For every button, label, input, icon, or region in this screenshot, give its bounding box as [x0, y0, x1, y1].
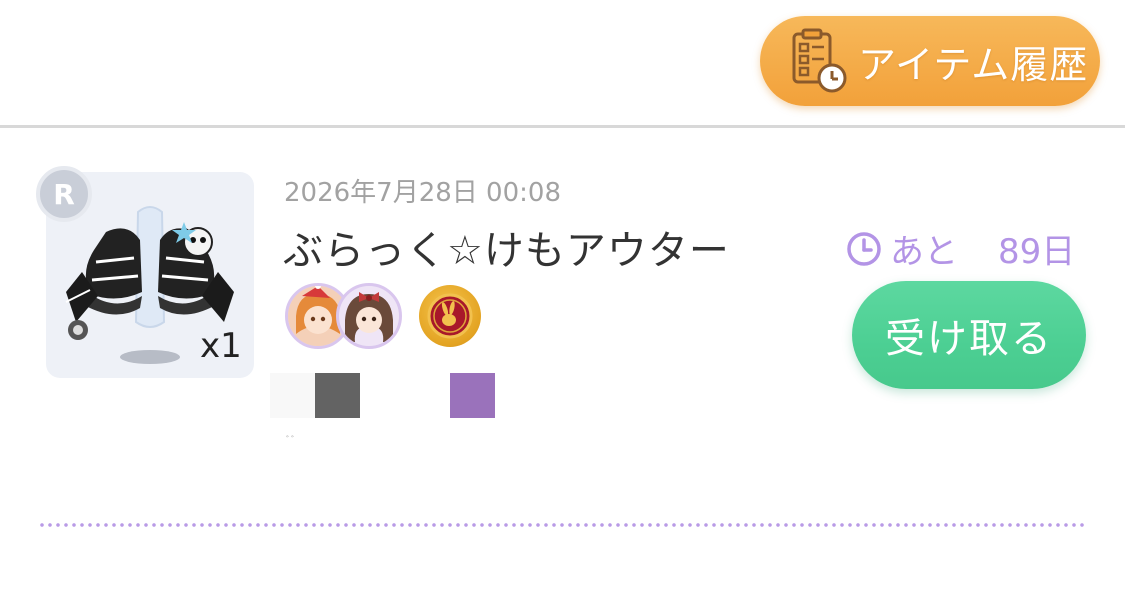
checklist-clock-icon: [792, 28, 847, 93]
remaining-prefix: あと: [890, 232, 958, 272]
color-swatch-gray: [315, 373, 360, 418]
clock-icon: [847, 231, 881, 266]
rarity-badge: R: [36, 166, 92, 222]
top-bar: アイテム履歴: [0, 0, 1125, 126]
item-name: ぶらっく☆けもアウター: [283, 228, 730, 274]
remaining-days: 89日: [998, 232, 1076, 272]
rabbit-coin-icon: [419, 285, 481, 347]
item-quantity: x1: [200, 326, 242, 366]
item-history-label: アイテム履歴: [858, 42, 1089, 87]
received-date: 2026年7月28日 00:08: [284, 178, 561, 208]
remaining-time: あと 89日: [846, 224, 1075, 273]
header-divider: [0, 125, 1125, 128]
dotted-separator: [38, 522, 1088, 528]
color-swatch-white: [270, 373, 315, 418]
source-avatar-2: [336, 283, 402, 349]
item-history-button[interactable]: アイテム履歴: [760, 16, 1100, 106]
color-swatch-purple: [450, 373, 495, 418]
swatch-caption: ﾞﾞ: [286, 436, 296, 447]
receive-button[interactable]: 受け取る: [852, 281, 1086, 389]
